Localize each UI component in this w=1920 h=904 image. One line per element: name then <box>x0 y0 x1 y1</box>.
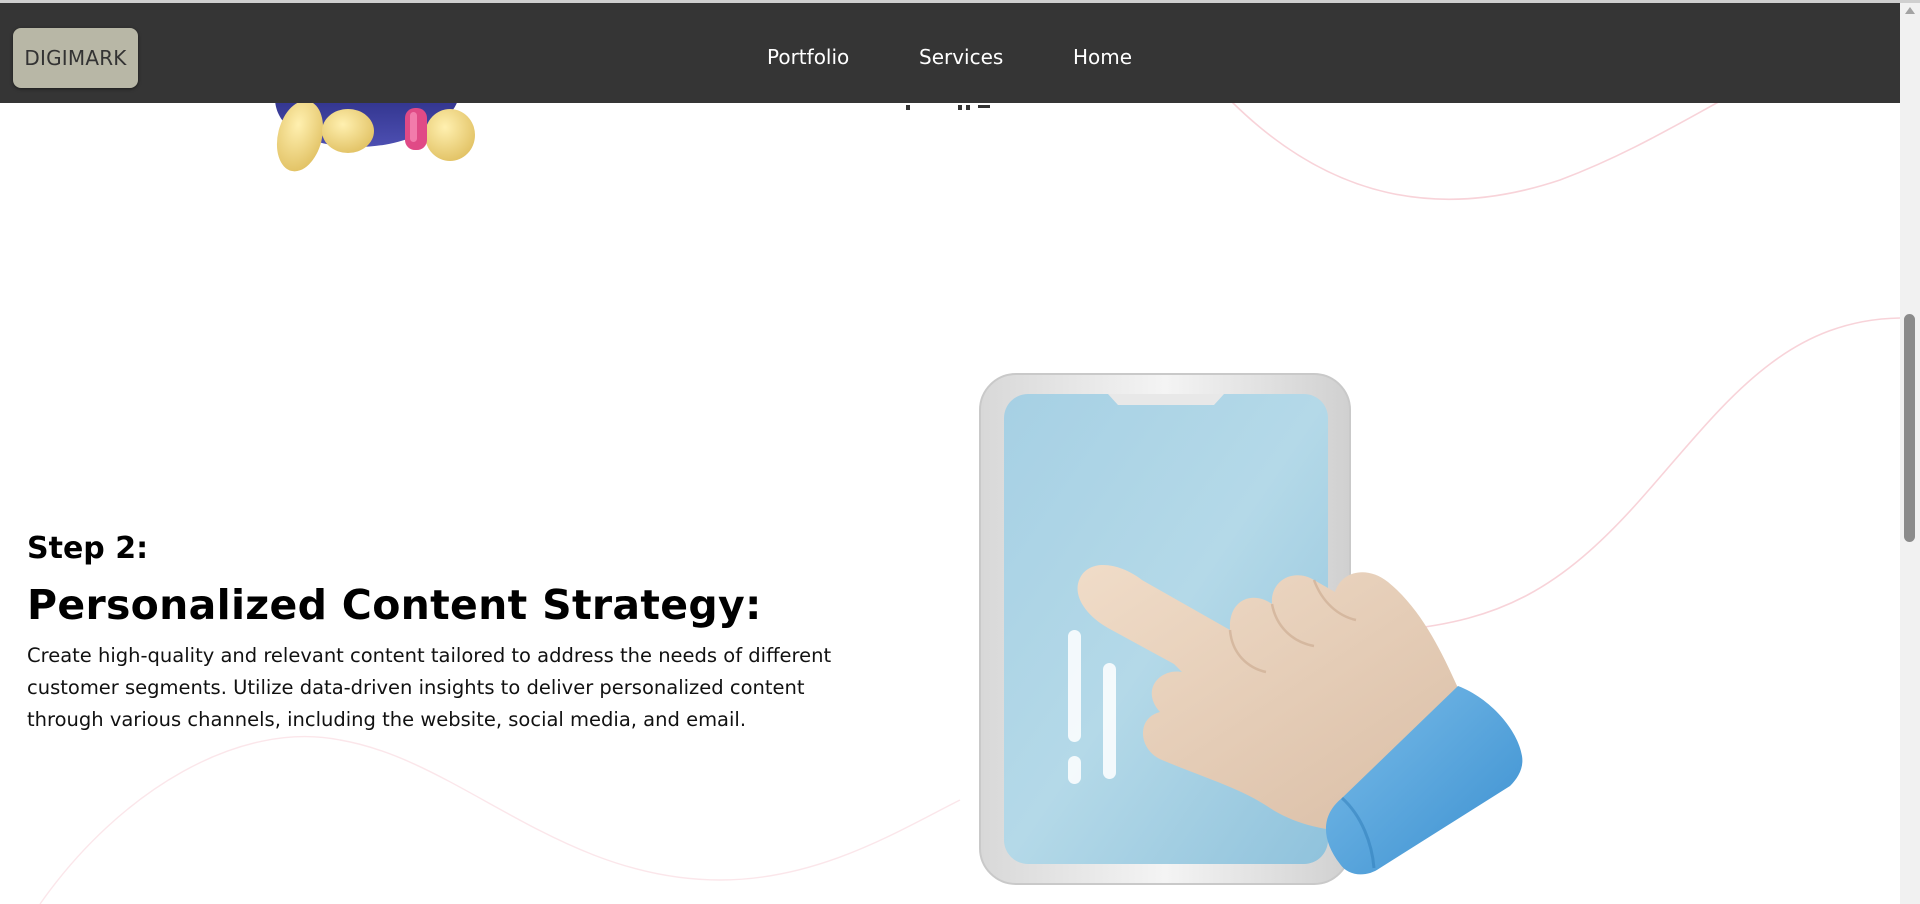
step-label: Step 2: <box>27 531 149 566</box>
page: DIGIMARK Portfolio Services Home Step 2:… <box>0 0 1920 904</box>
hand-phone-illustration <box>979 373 1523 885</box>
cropped-text-fragment <box>906 105 990 110</box>
top-navigation-bar: DIGIMARK Portfolio Services Home <box>0 3 1900 103</box>
step-description: Create high-quality and relevant content… <box>27 644 832 731</box>
triangle-up-icon <box>1905 6 1915 14</box>
nav-link-portfolio[interactable]: Portfolio <box>767 45 849 69</box>
scrollbar-thumb[interactable] <box>1904 314 1915 542</box>
nav-link-home[interactable]: Home <box>1073 45 1132 69</box>
vertical-scrollbar[interactable] <box>1900 3 1920 904</box>
nav-link-services[interactable]: Services <box>919 45 1003 69</box>
step-title: Personalized Content Strategy: <box>27 581 762 629</box>
logo-button[interactable]: DIGIMARK <box>13 28 138 88</box>
mascot-image <box>275 88 475 172</box>
window-top-edge <box>0 0 1920 3</box>
scroll-up-button[interactable] <box>1900 3 1920 17</box>
